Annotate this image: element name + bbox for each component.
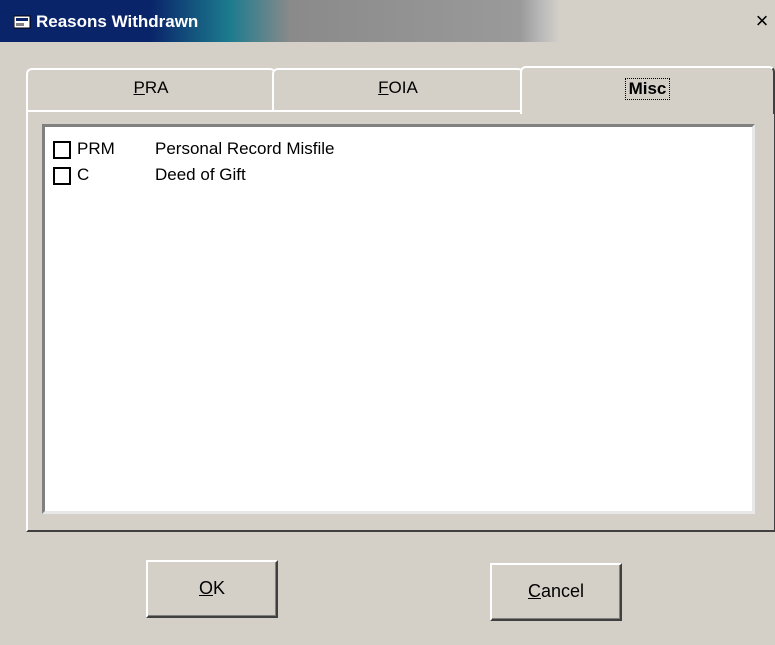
tab-foia[interactable]: FOIA <box>272 68 524 112</box>
tab-misc[interactable]: Misc <box>520 66 775 114</box>
tab-pra-label: PRA <box>133 78 169 97</box>
tab-foia-label-rest: OIA <box>388 78 418 97</box>
app-icon <box>14 15 31 29</box>
cancel-button[interactable]: Cancel <box>490 563 622 621</box>
reasons-checklist[interactable]: PRM Personal Record Misfile C Deed of Gi… <box>42 124 755 514</box>
tab-misc-label: Misc <box>624 78 671 100</box>
reason-description: Personal Record Misfile <box>155 139 335 158</box>
tab-pra-label-rest: RA <box>144 78 169 97</box>
tab-panel-misc: PRM Personal Record Misfile C Deed of Gi… <box>26 110 775 532</box>
reason-code: C <box>77 165 90 184</box>
checkbox-icon[interactable] <box>53 141 71 159</box>
reason-description: Deed of Gift <box>155 165 246 184</box>
close-icon[interactable]: × <box>752 10 772 32</box>
cancel-button-label-rest: ancel <box>540 581 585 601</box>
window-title: Reasons Withdrawn <box>36 12 199 31</box>
checkbox-icon[interactable] <box>53 167 71 185</box>
tab-foia-label: FOIA <box>378 78 418 97</box>
ok-button-label-rest: K <box>213 578 226 598</box>
title-bar[interactable]: Reasons Withdrawn × <box>0 0 775 42</box>
ok-button[interactable]: OK <box>146 560 278 618</box>
reason-code: PRM <box>77 139 115 158</box>
tab-pra[interactable]: PRA <box>26 68 276 112</box>
